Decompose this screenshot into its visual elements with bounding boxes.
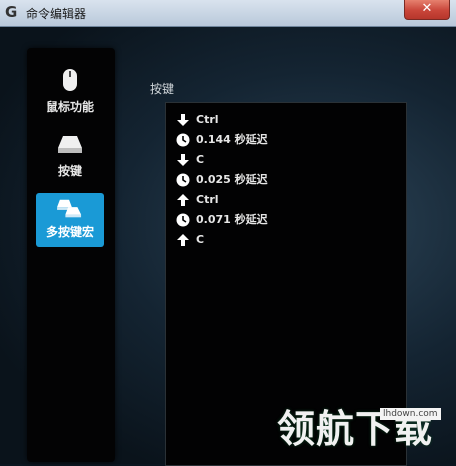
list-item[interactable]: 0.025 秒延迟 [176, 171, 268, 189]
sidebar-item-multi-key-macro[interactable]: 多按键宏 [36, 193, 104, 247]
clock-icon [176, 133, 190, 147]
sidebar-item-label: 鼠标功能 [45, 100, 94, 114]
clock-icon [176, 213, 190, 227]
arrow-down-icon [177, 114, 189, 126]
close-button[interactable]: ✕ [404, 0, 450, 20]
arrow-up-icon [177, 234, 189, 246]
window-title: 命令编辑器 [26, 7, 87, 21]
sidebar: 鼠标功能 按键 多按键宏 [27, 48, 115, 462]
arrow-down-icon [177, 154, 189, 166]
key-icon [58, 136, 82, 153]
list-item[interactable]: 0.071 秒延迟 [176, 211, 268, 229]
list-item[interactable]: Ctrl [176, 111, 219, 129]
mouse-icon [63, 69, 77, 91]
sidebar-item-mouse-function[interactable]: 鼠标功能 [36, 68, 104, 122]
clock-icon [176, 173, 190, 187]
list-item[interactable]: Ctrl [176, 191, 219, 209]
arrow-up-icon [177, 194, 189, 206]
logitech-logo-icon: G [5, 3, 18, 21]
list-item[interactable]: 0.144 秒延迟 [176, 131, 268, 149]
sidebar-item-key[interactable]: 按键 [36, 132, 104, 186]
list-item[interactable]: C [176, 151, 204, 169]
title-bar: G 命令编辑器 ✕ [0, 0, 456, 27]
multi-key-icon [57, 199, 82, 218]
list-item[interactable]: C [176, 231, 204, 249]
sidebar-item-label: 多按键宏 [45, 225, 94, 239]
macro-event-list[interactable]: Ctrl 0.144 秒延迟 C 0.025 秒延迟 Ctrl 0.071 秒延… [165, 102, 407, 466]
sidebar-item-label: 按键 [57, 164, 82, 178]
section-label: 按键 [150, 82, 175, 96]
